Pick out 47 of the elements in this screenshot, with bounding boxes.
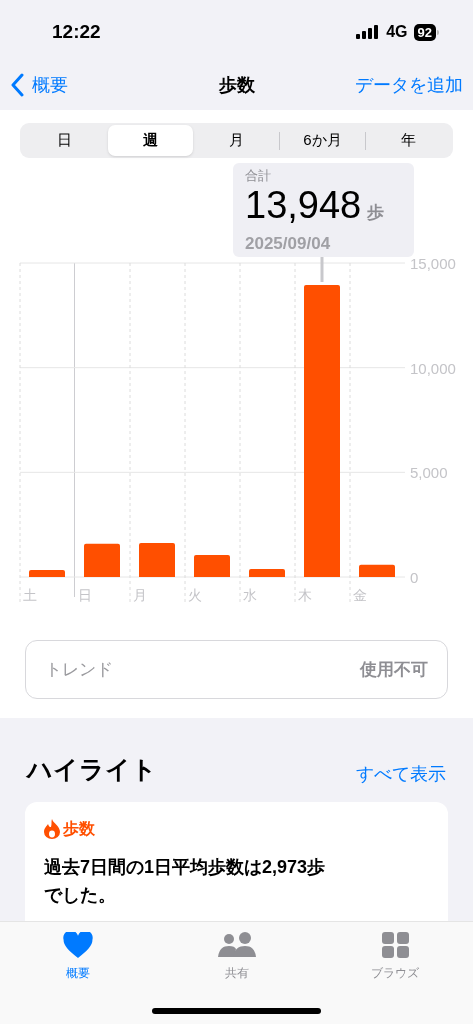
trend-label: トレンド — [45, 658, 113, 681]
tooltip-date: 2025/09/04 — [245, 233, 331, 255]
axis-tick-label: 5,000 — [410, 464, 448, 482]
highlight-category: 歩数 — [63, 819, 95, 839]
status-time: 12:22 — [52, 19, 101, 44]
tooltip-value: 13,948 — [245, 185, 362, 225]
axis-day-label: 木 — [298, 587, 312, 602]
chart-bar — [84, 543, 120, 577]
chart-bar — [359, 564, 395, 577]
people-icon — [217, 932, 256, 958]
tab-bar-item[interactable]: 共有 — [198, 932, 275, 982]
segment-tab[interactable]: 6か月 — [280, 125, 365, 156]
axis-day-label: 土 — [23, 587, 37, 602]
axis-day-label: 火 — [188, 587, 202, 602]
grid-icon — [381, 932, 409, 958]
network-label: 4G — [386, 22, 408, 42]
chart-bar — [194, 555, 230, 577]
flame-icon — [44, 819, 60, 839]
add-data-button[interactable]: データを追加 — [355, 71, 463, 99]
heart-icon — [63, 932, 93, 958]
tooltip-unit: 歩 — [367, 202, 385, 224]
segment-tab[interactable]: 日 — [22, 125, 107, 156]
tab-bar-item[interactable]: 概要 — [40, 932, 116, 982]
axis-day-label: 水 — [243, 587, 257, 602]
chart-bar — [29, 570, 65, 577]
trend-value: 使用不可 — [360, 658, 428, 681]
axis-tick-label: 15,000 — [410, 257, 456, 272]
segment-tab[interactable]: 年 — [366, 125, 451, 156]
section-title: ハイライト — [27, 753, 157, 785]
back-button[interactable]: 概要 — [10, 71, 68, 99]
axis-tick-label: 0 — [410, 569, 419, 586]
page-title: 歩数 — [218, 73, 255, 97]
tab-bar-item[interactable]: ブラウズ — [357, 932, 433, 982]
axis-day-label: 日 — [78, 587, 92, 602]
chart-bar — [139, 543, 175, 577]
leader-line — [320, 257, 324, 282]
axis-tick-label: 10,000 — [410, 359, 456, 377]
chart-bar — [249, 569, 285, 577]
back-chevron-icon — [10, 73, 24, 97]
segment-tab[interactable]: 週 — [108, 125, 193, 156]
battery-icon: 92 — [413, 23, 439, 41]
axis-day-label: 金 — [353, 587, 367, 602]
signal-icon — [356, 25, 381, 39]
tooltip-label: 合計 — [245, 167, 271, 185]
segment-tab[interactable]: 月 — [194, 125, 279, 156]
show-all-link[interactable]: すべて表示 — [356, 761, 446, 788]
highlight-text: 過去7日間の1日平均歩数は2,973歩でした。 — [44, 856, 327, 907]
